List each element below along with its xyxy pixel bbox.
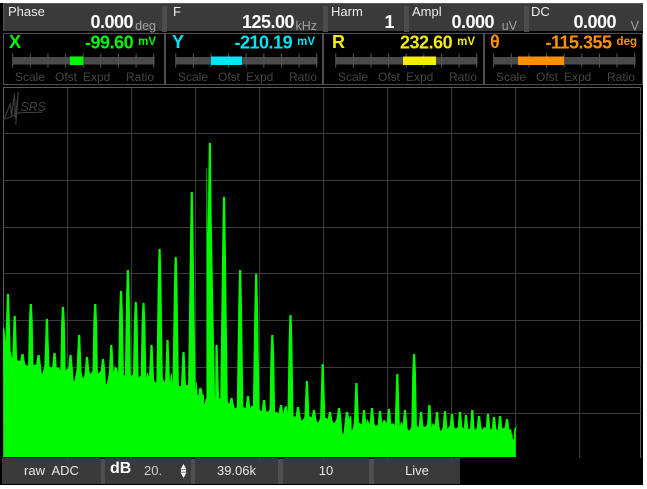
svg-text:SRS: SRS <box>21 100 47 114</box>
